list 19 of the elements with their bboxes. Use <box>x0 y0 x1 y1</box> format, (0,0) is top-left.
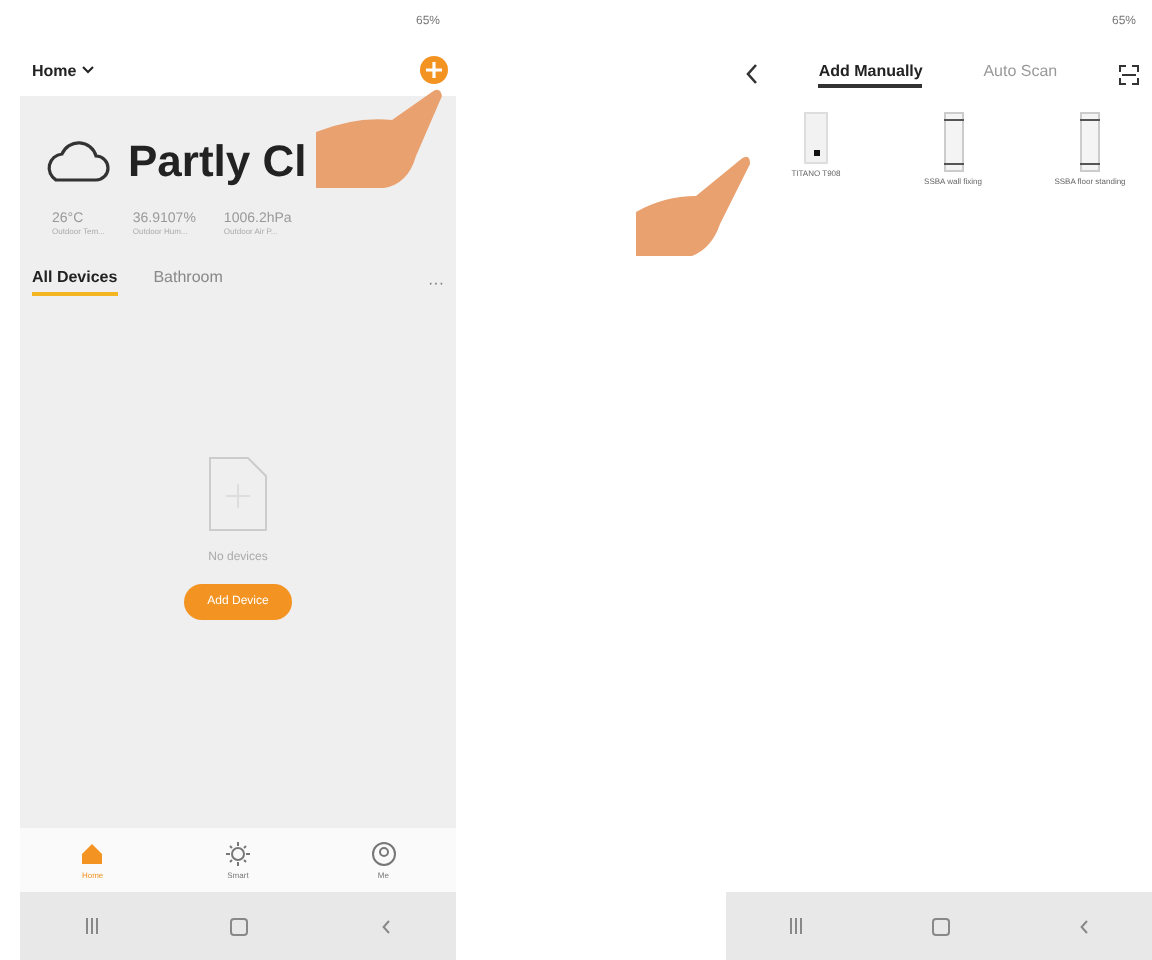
tab[interactable]: Auto Scan <box>983 61 1058 87</box>
back-icon[interactable] <box>746 64 758 84</box>
recent-apps-icon[interactable] <box>86 918 99 934</box>
chevron-down-icon <box>82 66 95 74</box>
room-tab[interactable]: All Devices <box>32 268 118 296</box>
device-thumbnail-icon <box>804 112 828 164</box>
device-thumbnail-icon <box>943 112 963 172</box>
device-thumbnail-icon <box>1080 112 1100 172</box>
add-icon[interactable] <box>420 56 448 84</box>
scan-icon[interactable] <box>1117 63 1140 85</box>
recent-apps-icon[interactable] <box>790 918 803 934</box>
room-tab[interactable]: Bathroom <box>153 268 223 296</box>
home-dropdown[interactable]: Home <box>32 61 95 79</box>
home-button-icon[interactable] <box>931 917 950 935</box>
weather-condition: Partly Cl <box>128 136 307 188</box>
more-button[interactable]: ··· <box>428 273 444 291</box>
home-button-icon[interactable] <box>230 917 249 935</box>
tab[interactable]: Add Manually <box>818 61 923 87</box>
document-icon <box>208 456 268 532</box>
